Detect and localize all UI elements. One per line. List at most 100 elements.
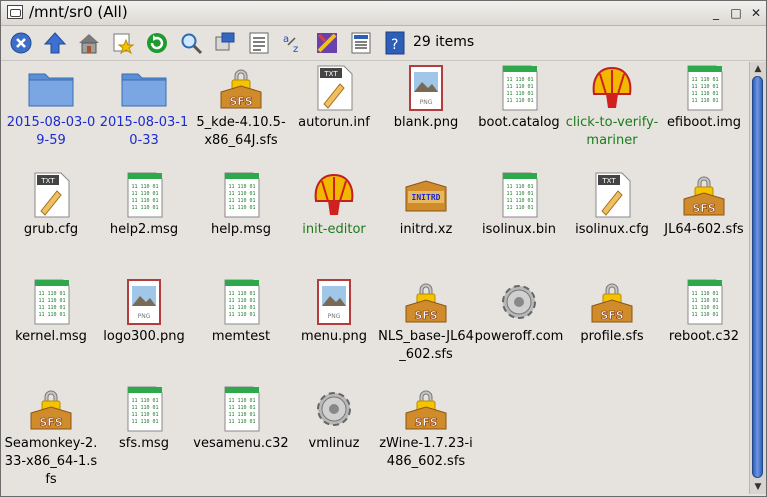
svg-text:11 110 01: 11 110 01 xyxy=(228,198,255,204)
file-view[interactable]: 2015-08-03-09-59 2015-08-03-10-33 SFS 5_kde… xyxy=(3,62,747,494)
svg-text:11 110 01: 11 110 01 xyxy=(38,305,65,311)
svg-text:11 110 01: 11 110 01 xyxy=(506,77,533,83)
file-label: memtest xyxy=(211,329,271,344)
maximize-button[interactable]: □ xyxy=(729,6,743,20)
window-title: /mnt/sr0 (All) xyxy=(29,3,128,21)
file-label: reboot.c32 xyxy=(668,329,740,344)
svg-text:z: z xyxy=(293,44,298,55)
sort-az-icon[interactable]: az xyxy=(281,31,305,55)
bookmark-star-icon[interactable] xyxy=(111,31,135,55)
bin-file-icon: 11 110 01 11 110 01 11 110 01 11 110 01 xyxy=(217,278,265,326)
bin-file-icon: 11 110 01 11 110 01 11 110 01 11 110 01 xyxy=(495,64,543,112)
svg-text:11 110 01: 11 110 01 xyxy=(506,191,533,197)
svg-text:11 110 01: 11 110 01 xyxy=(38,298,65,304)
up-arrow-icon[interactable] xyxy=(43,31,67,55)
sfs-file-icon: SFS xyxy=(402,278,450,326)
file-label: help2.msg xyxy=(109,222,179,237)
svg-text:SFS: SFS xyxy=(39,416,62,429)
svg-text:11 110 01: 11 110 01 xyxy=(228,298,255,304)
svg-text:11 110 01: 11 110 01 xyxy=(228,312,255,318)
svg-text:11 110 01: 11 110 01 xyxy=(691,84,718,90)
bin-file-icon: 11 110 01 11 110 01 11 110 01 11 110 01 xyxy=(120,171,168,219)
text-view-icon[interactable] xyxy=(349,31,373,55)
help-icon[interactable]: ? xyxy=(383,31,407,55)
svg-text:11 110 01: 11 110 01 xyxy=(131,205,158,211)
file-label: logo300.png xyxy=(103,329,185,344)
svg-text:SFS: SFS xyxy=(692,202,715,215)
sfs-file-icon: SFS xyxy=(402,385,450,433)
svg-text:a: a xyxy=(283,34,289,45)
svg-text:11 110 01: 11 110 01 xyxy=(228,305,255,311)
shell-file-icon xyxy=(588,64,636,112)
bin-file-icon: 11 110 01 11 110 01 11 110 01 11 110 01 xyxy=(27,278,75,326)
svg-text:11 110 01: 11 110 01 xyxy=(506,184,533,190)
svg-text:11 110 01: 11 110 01 xyxy=(131,198,158,204)
svg-text:SFS: SFS xyxy=(414,416,437,429)
list-view-icon[interactable] xyxy=(247,31,271,55)
txt-file-icon: TXT xyxy=(310,64,358,112)
file-label: menu.png xyxy=(300,329,367,344)
file-label: autorun.inf xyxy=(298,115,370,130)
file-label: NLS_base-JL64_602.sfs xyxy=(378,329,474,362)
home-icon[interactable] xyxy=(77,31,101,55)
sfs-file-icon: SFS xyxy=(217,64,265,112)
svg-text:11 110 01: 11 110 01 xyxy=(228,419,255,425)
svg-text:SFS: SFS xyxy=(600,309,623,322)
svg-text:11 110 01: 11 110 01 xyxy=(131,398,158,404)
scroll-up-arrow[interactable]: ▲ xyxy=(752,64,764,74)
svg-text:11 110 01: 11 110 01 xyxy=(131,405,158,411)
svg-text:11 110 01: 11 110 01 xyxy=(691,291,718,297)
scroll-thumb[interactable] xyxy=(752,76,763,478)
vertical-scrollbar[interactable]: ▲ ▼ xyxy=(749,62,766,494)
svg-text:11 110 01: 11 110 01 xyxy=(228,405,255,411)
svg-text:11 110 01: 11 110 01 xyxy=(691,91,718,97)
svg-text:11 110 01: 11 110 01 xyxy=(506,98,533,104)
find-icon[interactable] xyxy=(179,31,203,55)
file-label: poweroff.com xyxy=(474,329,564,344)
svg-text:11 110 01: 11 110 01 xyxy=(228,205,255,211)
sfs-file-icon: SFS xyxy=(680,171,728,219)
sfs-file-icon: SFS xyxy=(588,278,636,326)
svg-text:11 110 01: 11 110 01 xyxy=(228,184,255,190)
png-file-icon: PNG xyxy=(310,278,358,326)
svg-text:11 110 01: 11 110 01 xyxy=(228,412,255,418)
theme-icon[interactable] xyxy=(315,31,339,55)
title-bar[interactable]: /mnt/sr0 (All) _ □ ✕ xyxy=(1,1,766,26)
drive-icon xyxy=(7,5,23,19)
svg-text:11 110 01: 11 110 01 xyxy=(38,291,65,297)
bin-file-icon: 11 110 01 11 110 01 11 110 01 11 110 01 xyxy=(217,385,265,433)
file-label: 2015-08-03-10-33 xyxy=(99,115,189,148)
scroll-down-arrow[interactable]: ▼ xyxy=(752,482,764,492)
svg-text:PNG: PNG xyxy=(328,313,341,320)
file-label: 5_kde-4.10.5-x86_64J.sfs xyxy=(196,115,286,148)
file-label: sfs.msg xyxy=(119,436,169,451)
svg-text:11 110 01: 11 110 01 xyxy=(228,398,255,404)
toolbar: az ? 29 items xyxy=(1,26,766,61)
svg-text:11 110 01: 11 110 01 xyxy=(691,298,718,304)
file-label: profile.sfs xyxy=(580,329,644,344)
txt-file-icon: TXT xyxy=(588,171,636,219)
file-label: isolinux.bin xyxy=(482,222,556,237)
gear-file-icon xyxy=(495,278,543,326)
svg-text:11 110 01: 11 110 01 xyxy=(691,77,718,83)
svg-text:11 110 01: 11 110 01 xyxy=(506,91,533,97)
file-label: boot.catalog xyxy=(478,115,560,130)
svg-text:TXT: TXT xyxy=(323,70,338,78)
shell-file-icon xyxy=(310,171,358,219)
close-button[interactable]: ✕ xyxy=(749,6,763,20)
file-label: vmlinuz xyxy=(308,436,360,451)
apps-icon[interactable] xyxy=(213,31,237,55)
svg-text:11 110 01: 11 110 01 xyxy=(131,191,158,197)
file-label: isolinux.cfg xyxy=(575,222,649,237)
folder-file-icon xyxy=(120,64,168,112)
refresh-icon[interactable] xyxy=(145,31,169,55)
svg-text:SFS: SFS xyxy=(229,95,252,108)
minimize-button[interactable]: _ xyxy=(709,6,723,20)
bin-file-icon: 11 110 01 11 110 01 11 110 01 11 110 01 xyxy=(495,171,543,219)
svg-text:11 110 01: 11 110 01 xyxy=(506,84,533,90)
bin-file-icon: 11 110 01 11 110 01 11 110 01 11 110 01 xyxy=(120,385,168,433)
folder-file-icon xyxy=(27,64,75,112)
close-circle-icon[interactable] xyxy=(9,31,33,55)
png-file-icon: PNG xyxy=(402,64,450,112)
svg-text:?: ? xyxy=(391,37,398,53)
